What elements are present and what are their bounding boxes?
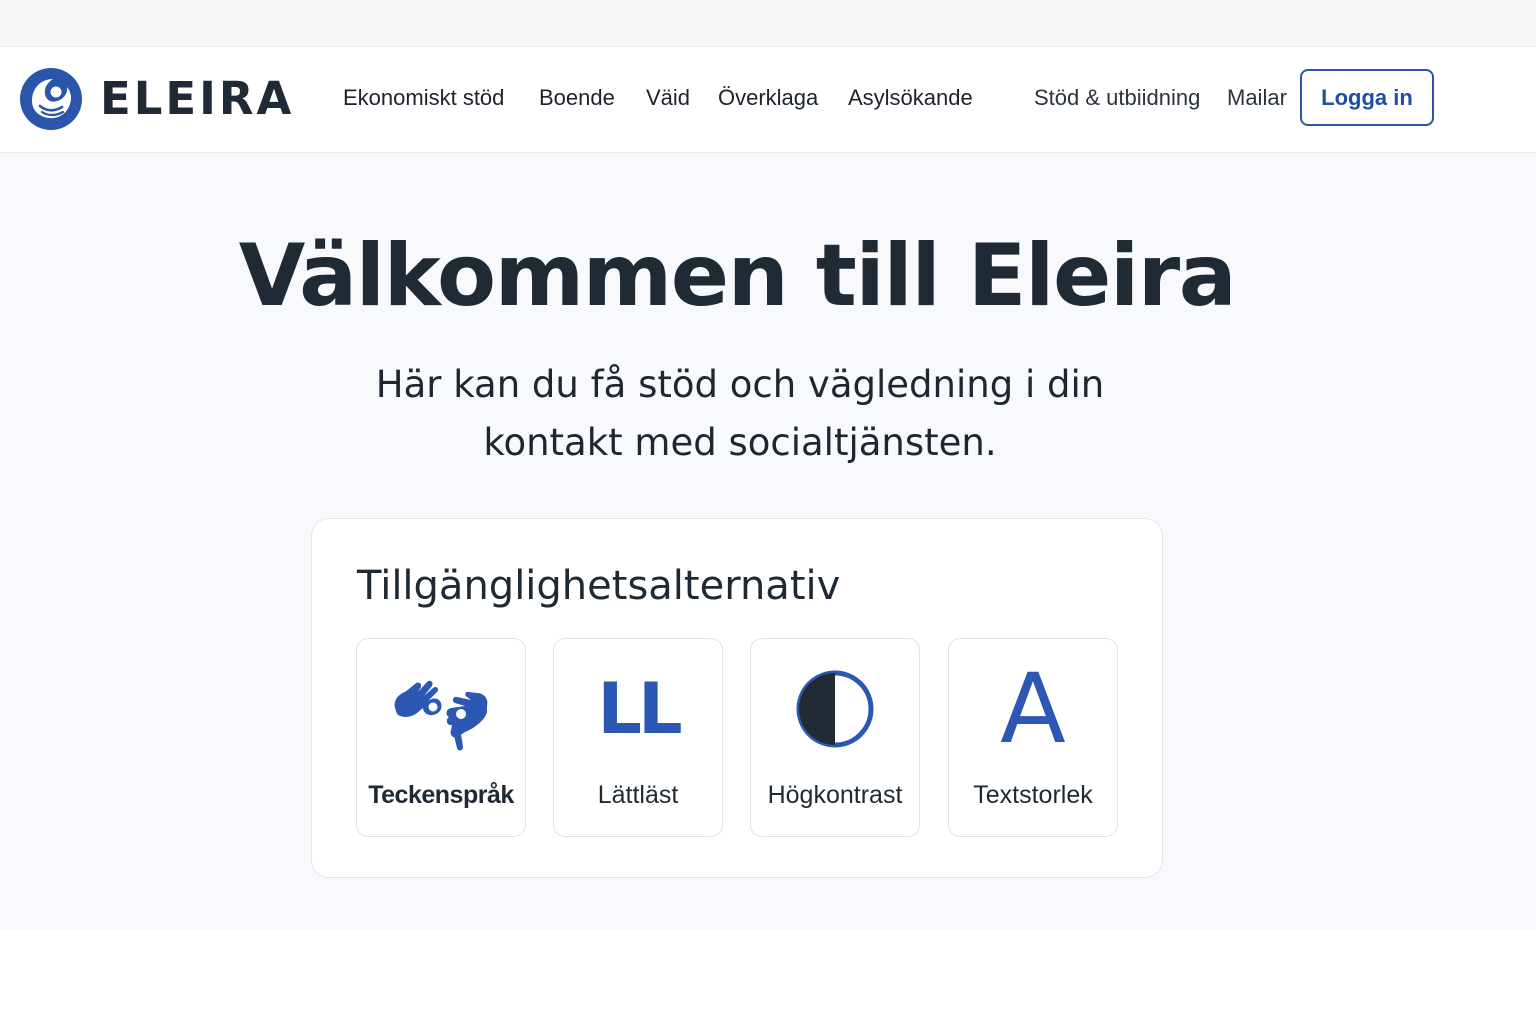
main-content: Välkommen till Eleira Här kan du få stöd… [0,153,1536,930]
option-label: Lättläst [597,781,679,809]
option-teckensprak[interactable]: Teckenspråk [356,638,526,837]
nav-item-vaid[interactable]: Väid [646,84,690,112]
nav-item-asylsokande[interactable]: Asylsökande [848,84,973,112]
nav-item-boende[interactable]: Boende [539,84,615,112]
sign-language-icon [394,680,488,751]
accessibility-title: Tillgänglighetsalternativ [357,563,841,609]
contrast-icon [796,670,874,748]
page-title: Välkommen till Eleira [238,226,1237,326]
logo[interactable]: ELEIRA [20,68,294,130]
top-strip [0,0,1536,47]
site-header: ELEIRA Ekonomiskt stöd Boende Väid Överk… [0,47,1536,153]
easy-read-icon: LL [597,668,682,750]
option-label: Högkontrast [767,781,903,809]
nav-item-ekonomiskt-stod[interactable]: Ekonomiskt stöd [343,84,504,112]
option-label: Textstorlek [973,781,1093,809]
nav-item-mailar[interactable]: Mailar [1227,84,1287,112]
brand-name: ELEIRA [100,72,295,125]
option-textstorlek[interactable]: A Textstorlek [948,638,1118,837]
accessibility-panel: Tillgänglighetsalternativ Teckenspråk LL [311,518,1163,878]
hero-subtitle: Här kan du få stöd och vägledning i din … [375,363,1105,464]
option-hogkontrast[interactable]: Högkontrast [750,638,920,837]
nav-item-overklaga[interactable]: Överklaga [718,84,818,112]
option-lattlast[interactable]: LL Lättläst [553,638,723,837]
login-button[interactable]: Logga in [1300,69,1434,126]
option-label: Teckenspråk [368,781,514,809]
nav-item-stod-utbildning[interactable]: Stöd & utbiidning [1034,84,1200,112]
text-size-icon: A [1000,653,1066,765]
mother-child-icon [20,68,82,130]
